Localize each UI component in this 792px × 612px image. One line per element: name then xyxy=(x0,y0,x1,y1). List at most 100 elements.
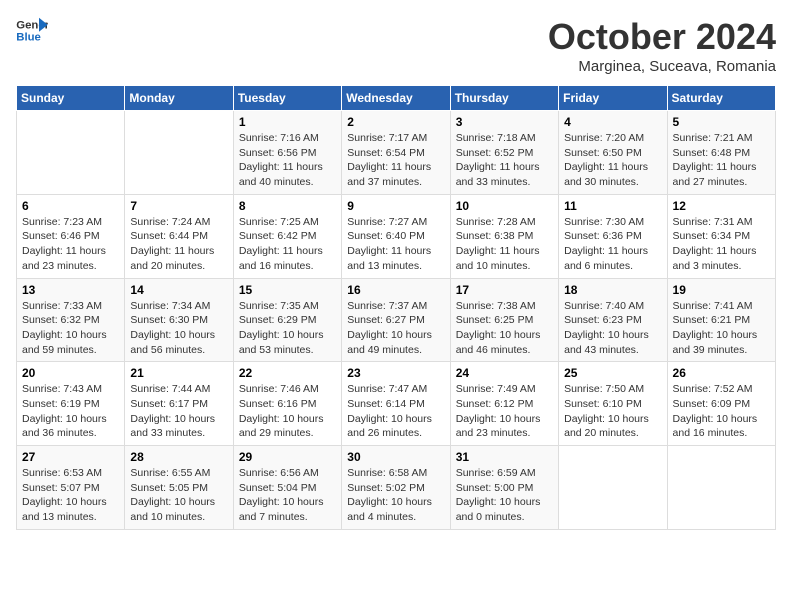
calendar-cell xyxy=(125,111,233,195)
calendar-cell: 12 Sunrise: 7:31 AM Sunset: 6:34 PM Dayli… xyxy=(667,194,775,278)
calendar-cell: 10Sunrise: 7:28 AM Sunset: 6:38 PM Dayli… xyxy=(450,194,558,278)
calendar-cell: 30 Sunrise: 6:58 AM Sunset: 5:02 PM Dayli… xyxy=(342,446,450,530)
calendar-cell: 25 Sunrise: 7:50 AM Sunset: 6:10 PM Dayli… xyxy=(559,362,667,446)
calendar-cell: 1 Sunrise: 7:16 AM Sunset: 6:56 PM Daylig… xyxy=(233,111,341,195)
day-info: Sunrise: 7:17 AM Sunset: 6:54 PM Dayligh… xyxy=(347,131,444,190)
day-info: Sunrise: 7:41 AM Sunset: 6:21 PM Dayligh… xyxy=(673,299,770,358)
day-info: Sunrise: 7:40 AM Sunset: 6:23 PM Dayligh… xyxy=(564,299,661,358)
day-number: 6 xyxy=(22,199,119,213)
logo-icon: General Blue xyxy=(16,16,48,44)
calendar-week-row: 27 Sunrise: 6:53 AM Sunset: 5:07 PM Dayli… xyxy=(17,446,776,530)
calendar-cell xyxy=(559,446,667,530)
day-info: Sunrise: 7:43 AM Sunset: 6:19 PM Dayligh… xyxy=(22,382,119,441)
day-info: Sunrise: 7:49 AM Sunset: 6:12 PM Dayligh… xyxy=(456,382,553,441)
calendar-cell: 21 Sunrise: 7:44 AM Sunset: 6:17 PM Dayli… xyxy=(125,362,233,446)
calendar-cell xyxy=(667,446,775,530)
day-number: 22 xyxy=(239,366,336,380)
calendar-cell: 19 Sunrise: 7:41 AM Sunset: 6:21 PM Dayli… xyxy=(667,278,775,362)
day-number: 30 xyxy=(347,450,444,464)
day-info: Sunrise: 7:18 AM Sunset: 6:52 PM Dayligh… xyxy=(456,131,553,190)
day-info: Sunrise: 7:30 AM Sunset: 6:36 PM Dayligh… xyxy=(564,215,661,274)
calendar-header-row: SundayMondayTuesdayWednesdayThursdayFrid… xyxy=(17,86,776,111)
day-number: 25 xyxy=(564,366,661,380)
calendar-cell: 6Sunrise: 7:23 AM Sunset: 6:46 PM Daylig… xyxy=(17,194,125,278)
day-number: 16 xyxy=(347,283,444,297)
calendar-cell: 13 Sunrise: 7:33 AM Sunset: 6:32 PM Dayli… xyxy=(17,278,125,362)
calendar-cell xyxy=(17,111,125,195)
day-number: 13 xyxy=(22,283,119,297)
logo: General Blue xyxy=(16,16,48,44)
day-number: 24 xyxy=(456,366,553,380)
day-info: Sunrise: 7:16 AM Sunset: 6:56 PM Dayligh… xyxy=(239,131,336,190)
day-info: Sunrise: 7:31 AM Sunset: 6:34 PM Dayligh… xyxy=(673,215,770,274)
day-info: Sunrise: 7:44 AM Sunset: 6:17 PM Dayligh… xyxy=(130,382,227,441)
calendar-cell: 18 Sunrise: 7:40 AM Sunset: 6:23 PM Dayli… xyxy=(559,278,667,362)
day-info: Sunrise: 7:37 AM Sunset: 6:27 PM Dayligh… xyxy=(347,299,444,358)
calendar-cell: 26 Sunrise: 7:52 AM Sunset: 6:09 PM Dayli… xyxy=(667,362,775,446)
day-info: Sunrise: 6:53 AM Sunset: 5:07 PM Dayligh… xyxy=(22,466,119,525)
day-info: Sunrise: 7:52 AM Sunset: 6:09 PM Dayligh… xyxy=(673,382,770,441)
month-title: October 2024 xyxy=(548,16,776,58)
day-info: Sunrise: 7:21 AM Sunset: 6:48 PM Dayligh… xyxy=(673,131,770,190)
day-number: 19 xyxy=(673,283,770,297)
calendar-week-row: 13 Sunrise: 7:33 AM Sunset: 6:32 PM Dayli… xyxy=(17,278,776,362)
calendar-week-row: 20 Sunrise: 7:43 AM Sunset: 6:19 PM Dayli… xyxy=(17,362,776,446)
day-number: 9 xyxy=(347,199,444,213)
day-info: Sunrise: 6:58 AM Sunset: 5:02 PM Dayligh… xyxy=(347,466,444,525)
day-number: 20 xyxy=(22,366,119,380)
calendar-cell: 2Sunrise: 7:17 AM Sunset: 6:54 PM Daylig… xyxy=(342,111,450,195)
title-block: October 2024 Marginea, Suceava, Romania xyxy=(548,16,776,75)
location: Marginea, Suceava, Romania xyxy=(548,58,776,75)
day-info: Sunrise: 7:27 AM Sunset: 6:40 PM Dayligh… xyxy=(347,215,444,274)
calendar-cell: 23 Sunrise: 7:47 AM Sunset: 6:14 PM Dayli… xyxy=(342,362,450,446)
column-header-thursday: Thursday xyxy=(450,86,558,111)
calendar-cell: 22 Sunrise: 7:46 AM Sunset: 6:16 PM Dayli… xyxy=(233,362,341,446)
calendar-week-row: 1 Sunrise: 7:16 AM Sunset: 6:56 PM Daylig… xyxy=(17,111,776,195)
day-info: Sunrise: 7:25 AM Sunset: 6:42 PM Dayligh… xyxy=(239,215,336,274)
day-info: Sunrise: 6:55 AM Sunset: 5:05 PM Dayligh… xyxy=(130,466,227,525)
calendar-cell: 7Sunrise: 7:24 AM Sunset: 6:44 PM Daylig… xyxy=(125,194,233,278)
calendar-cell: 27 Sunrise: 6:53 AM Sunset: 5:07 PM Dayli… xyxy=(17,446,125,530)
calendar-cell: 15 Sunrise: 7:35 AM Sunset: 6:29 PM Dayli… xyxy=(233,278,341,362)
column-header-wednesday: Wednesday xyxy=(342,86,450,111)
page-header: General Blue October 2024 Marginea, Suce… xyxy=(16,16,776,75)
calendar-cell: 24 Sunrise: 7:49 AM Sunset: 6:12 PM Dayli… xyxy=(450,362,558,446)
column-header-monday: Monday xyxy=(125,86,233,111)
day-number: 18 xyxy=(564,283,661,297)
day-info: Sunrise: 7:38 AM Sunset: 6:25 PM Dayligh… xyxy=(456,299,553,358)
day-info: Sunrise: 7:46 AM Sunset: 6:16 PM Dayligh… xyxy=(239,382,336,441)
day-number: 1 xyxy=(239,115,336,129)
day-info: Sunrise: 7:28 AM Sunset: 6:38 PM Dayligh… xyxy=(456,215,553,274)
calendar-cell: 9 Sunrise: 7:27 AM Sunset: 6:40 PM Daylig… xyxy=(342,194,450,278)
day-number: 21 xyxy=(130,366,227,380)
day-number: 23 xyxy=(347,366,444,380)
day-number: 31 xyxy=(456,450,553,464)
day-info: Sunrise: 6:56 AM Sunset: 5:04 PM Dayligh… xyxy=(239,466,336,525)
day-number: 3 xyxy=(456,115,553,129)
day-info: Sunrise: 7:35 AM Sunset: 6:29 PM Dayligh… xyxy=(239,299,336,358)
day-info: Sunrise: 7:33 AM Sunset: 6:32 PM Dayligh… xyxy=(22,299,119,358)
day-info: Sunrise: 6:59 AM Sunset: 5:00 PM Dayligh… xyxy=(456,466,553,525)
day-info: Sunrise: 7:50 AM Sunset: 6:10 PM Dayligh… xyxy=(564,382,661,441)
day-number: 26 xyxy=(673,366,770,380)
day-number: 27 xyxy=(22,450,119,464)
calendar-week-row: 6Sunrise: 7:23 AM Sunset: 6:46 PM Daylig… xyxy=(17,194,776,278)
day-number: 15 xyxy=(239,283,336,297)
day-number: 14 xyxy=(130,283,227,297)
calendar-cell: 28Sunrise: 6:55 AM Sunset: 5:05 PM Dayli… xyxy=(125,446,233,530)
day-number: 4 xyxy=(564,115,661,129)
day-info: Sunrise: 7:34 AM Sunset: 6:30 PM Dayligh… xyxy=(130,299,227,358)
calendar-cell: 31 Sunrise: 6:59 AM Sunset: 5:00 PM Dayli… xyxy=(450,446,558,530)
calendar-cell: 17Sunrise: 7:38 AM Sunset: 6:25 PM Dayli… xyxy=(450,278,558,362)
calendar-cell: 11Sunrise: 7:30 AM Sunset: 6:36 PM Dayli… xyxy=(559,194,667,278)
day-info: Sunrise: 7:24 AM Sunset: 6:44 PM Dayligh… xyxy=(130,215,227,274)
day-number: 12 xyxy=(673,199,770,213)
calendar-cell: 3 Sunrise: 7:18 AM Sunset: 6:52 PM Daylig… xyxy=(450,111,558,195)
svg-text:Blue: Blue xyxy=(16,32,41,44)
calendar-cell: 5Sunrise: 7:21 AM Sunset: 6:48 PM Daylig… xyxy=(667,111,775,195)
column-header-sunday: Sunday xyxy=(17,86,125,111)
day-info: Sunrise: 7:47 AM Sunset: 6:14 PM Dayligh… xyxy=(347,382,444,441)
calendar-cell: 8Sunrise: 7:25 AM Sunset: 6:42 PM Daylig… xyxy=(233,194,341,278)
day-info: Sunrise: 7:20 AM Sunset: 6:50 PM Dayligh… xyxy=(564,131,661,190)
calendar-cell: 20 Sunrise: 7:43 AM Sunset: 6:19 PM Dayli… xyxy=(17,362,125,446)
